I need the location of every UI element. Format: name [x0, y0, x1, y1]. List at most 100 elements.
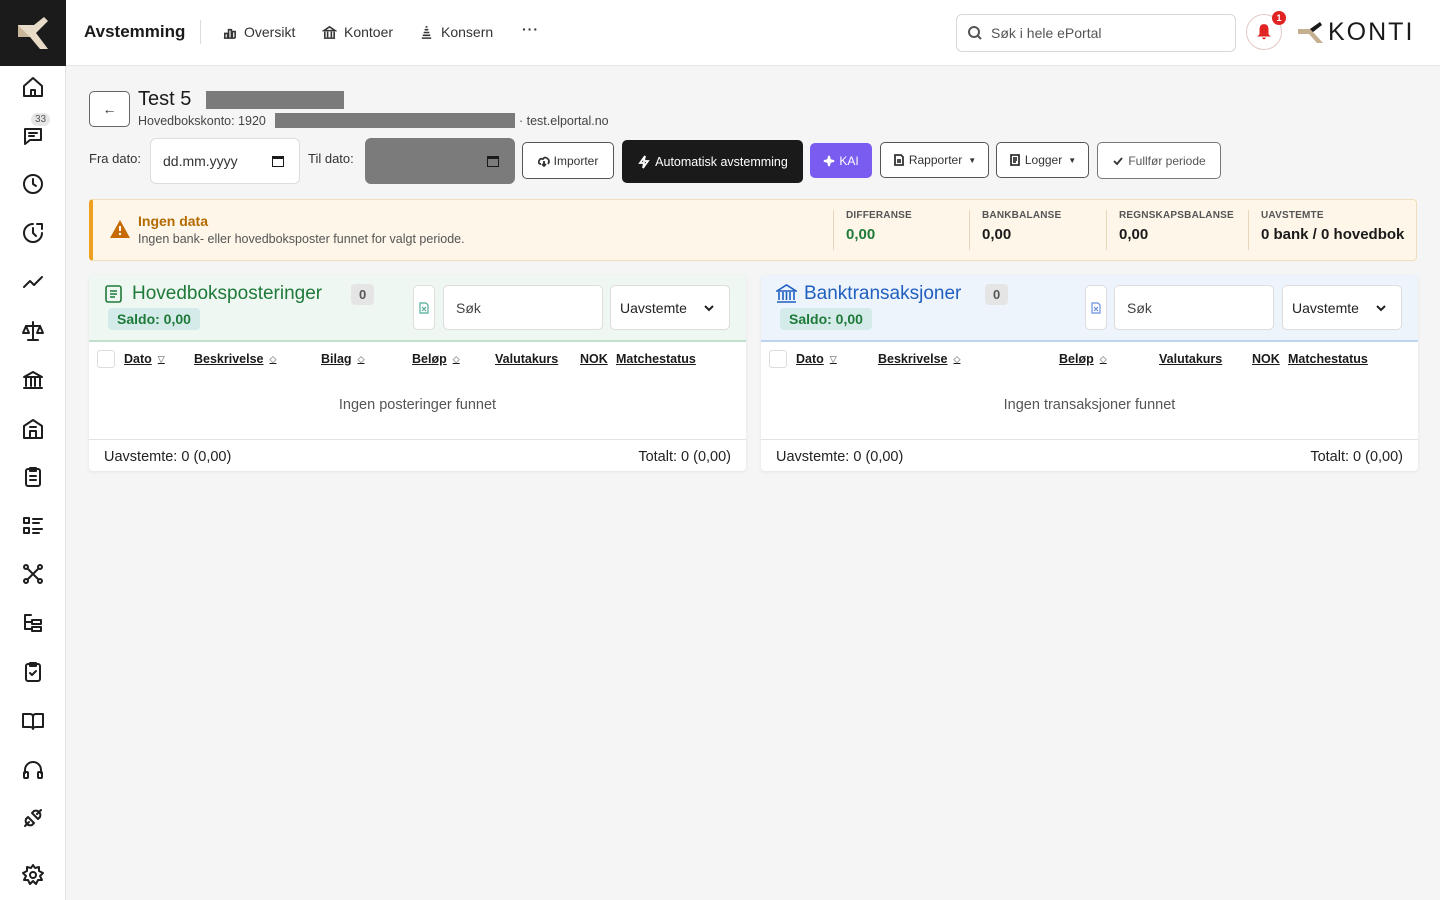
brand-logo: KONTI — [1296, 18, 1414, 47]
nav-konsern[interactable]: Konsern — [419, 24, 493, 40]
notification-badge: 1 — [1272, 11, 1286, 25]
col-nok[interactable]: NOK — [1252, 352, 1280, 366]
fullfor-periode-button[interactable]: Fullfør periode — [1097, 142, 1221, 179]
sidebar-item-trend[interactable] — [0, 262, 66, 302]
rapporter-button[interactable]: Rapporter ▼ — [880, 142, 989, 178]
col-bilag[interactable]: Bilag ◇ — [321, 352, 364, 366]
bank-panel-header: Banktransaksjoner 0 Saldo: 0,00 Søk Uavs… — [761, 275, 1418, 342]
select-all-checkbox[interactable] — [97, 350, 115, 368]
sidebar-item-clipboard[interactable] — [0, 457, 66, 497]
col-belop[interactable]: Beløp ◇ — [412, 352, 460, 366]
stat-uavstemte: UAVSTEMTE 0 bank / 0 hovedbok — [1248, 210, 1404, 250]
select-all-checkbox[interactable] — [769, 350, 787, 368]
btn-label: KAI — [839, 153, 859, 168]
bank-search-input[interactable]: Søk — [1114, 285, 1274, 330]
bank-count: 0 — [985, 284, 1009, 305]
sidebar-item-tree[interactable] — [0, 603, 66, 643]
bank-panel: Banktransaksjoner 0 Saldo: 0,00 Søk Uavs… — [761, 275, 1418, 471]
bank-footer: Uavstemte: 0 (0,00) Totalt: 0 (0,00) — [761, 439, 1418, 471]
arrow-left-icon: ← — [102, 101, 117, 117]
global-search[interactable] — [956, 14, 1236, 52]
sidebar-item-support[interactable] — [0, 750, 66, 790]
sidebar-item-building[interactable] — [0, 409, 66, 449]
sidebar-item-bank[interactable] — [0, 360, 66, 400]
network-icon — [23, 564, 43, 584]
sidebar-item-checklist[interactable] — [0, 652, 66, 692]
sidebar-item-integrations[interactable] — [0, 798, 66, 838]
col-beskrivelse[interactable]: Beskrivelse ◇ — [878, 352, 960, 366]
ledger-totalt: Totalt: 0 (0,00) — [638, 449, 731, 465]
stat-value: 0,00 — [982, 226, 1012, 243]
sort-icon: ◇ — [357, 353, 365, 364]
col-matchestatus[interactable]: Matchestatus — [1288, 352, 1368, 366]
konti-mark-icon — [1298, 21, 1323, 43]
notifications-button[interactable]: 1 — [1246, 11, 1286, 50]
sidebar-item-book[interactable] — [0, 701, 66, 741]
logo[interactable] — [0, 0, 66, 66]
col-dato[interactable]: Dato ▽ — [124, 352, 165, 366]
bell-icon — [1257, 24, 1271, 40]
col-dato[interactable]: Dato ▽ — [796, 352, 837, 366]
bank-icon — [322, 25, 337, 39]
sidebar-item-history[interactable] — [0, 213, 66, 253]
stat-label: BANKBALANSE — [982, 210, 1062, 221]
btn-label: Logger — [1024, 153, 1063, 167]
ledger-icon — [105, 285, 122, 303]
col-label: Bilag — [321, 352, 352, 366]
auto-reconcile-button[interactable]: Automatisk avstemming — [622, 140, 803, 183]
col-label: Valutakurs — [1159, 352, 1223, 366]
col-valutakurs[interactable]: Valutakurs — [1159, 352, 1222, 366]
check-icon — [1113, 156, 1124, 165]
kai-button[interactable]: KAI — [810, 143, 872, 178]
redacted-block — [275, 113, 515, 128]
sidebar-item-list[interactable] — [0, 506, 66, 546]
fra-dato-input[interactable]: dd.mm.yyyy — [150, 138, 300, 184]
export-excel-button[interactable] — [413, 285, 435, 330]
ledger-search-input[interactable]: Søk — [443, 285, 603, 330]
importer-button[interactable]: Importer — [522, 142, 614, 179]
sort-icon: ◇ — [953, 353, 961, 364]
sidebar-item-chat[interactable]: 33 — [0, 113, 66, 156]
select-value: Uavstemte — [1292, 299, 1359, 316]
alert-title: Ingen data — [138, 213, 209, 229]
bank-icon — [776, 284, 797, 303]
trend-icon — [23, 276, 43, 288]
logger-button[interactable]: Logger ▼ — [996, 142, 1089, 178]
bank-icon — [23, 371, 43, 389]
sidebar-item-clock[interactable] — [0, 164, 66, 204]
brand-name: KONTI — [1328, 18, 1415, 46]
sidebar-item-home[interactable] — [0, 67, 66, 107]
col-matchestatus[interactable]: Matchestatus — [616, 352, 696, 366]
sidebar-item-scale[interactable] — [0, 311, 66, 351]
ledger-filter-select[interactable]: Uavstemte — [610, 285, 730, 330]
sidebar-item-settings[interactable] — [0, 855, 66, 895]
fra-dato-label: Fra dato: — [89, 151, 142, 166]
cloud-download-icon — [537, 156, 550, 167]
clipboard-icon — [25, 467, 41, 487]
til-dato-label: Til dato: — [308, 151, 354, 166]
stat-label: DIFFERANSE — [846, 210, 912, 221]
page-title: Test 5 — [138, 88, 192, 110]
search-input[interactable] — [991, 25, 1221, 41]
konti-logo-icon — [18, 17, 48, 49]
search-icon — [968, 26, 982, 40]
topbar: Avstemming Oversikt Kontoer Konsern ··· … — [66, 0, 1440, 66]
caret-down-icon: ▼ — [968, 155, 977, 165]
col-belop[interactable]: Beløp ◇ — [1059, 352, 1107, 366]
caret-down-icon: ▼ — [1068, 155, 1077, 165]
back-button[interactable]: ← — [89, 91, 130, 127]
nav-kontoer[interactable]: Kontoer — [322, 24, 393, 40]
col-beskrivelse[interactable]: Beskrivelse ◇ — [194, 352, 276, 366]
bank-empty-message: Ingen transaksjoner funnet — [1003, 397, 1176, 413]
col-nok[interactable]: NOK — [580, 352, 608, 366]
col-valutakurs[interactable]: Valutakurs — [495, 352, 558, 366]
more-menu-button[interactable]: ··· — [522, 21, 539, 37]
export-excel-button[interactable] — [1085, 285, 1107, 330]
ledger-footer: Uavstemte: 0 (0,00) Totalt: 0 (0,00) — [89, 439, 746, 471]
stat-label: UAVSTEMTE — [1261, 210, 1324, 221]
nav-oversikt[interactable]: Oversikt — [222, 24, 295, 40]
til-dato-input[interactable] — [365, 138, 515, 184]
bank-filter-select[interactable]: Uavstemte — [1282, 285, 1402, 330]
checklist-icon — [25, 662, 41, 682]
sidebar-item-network[interactable] — [0, 554, 66, 594]
